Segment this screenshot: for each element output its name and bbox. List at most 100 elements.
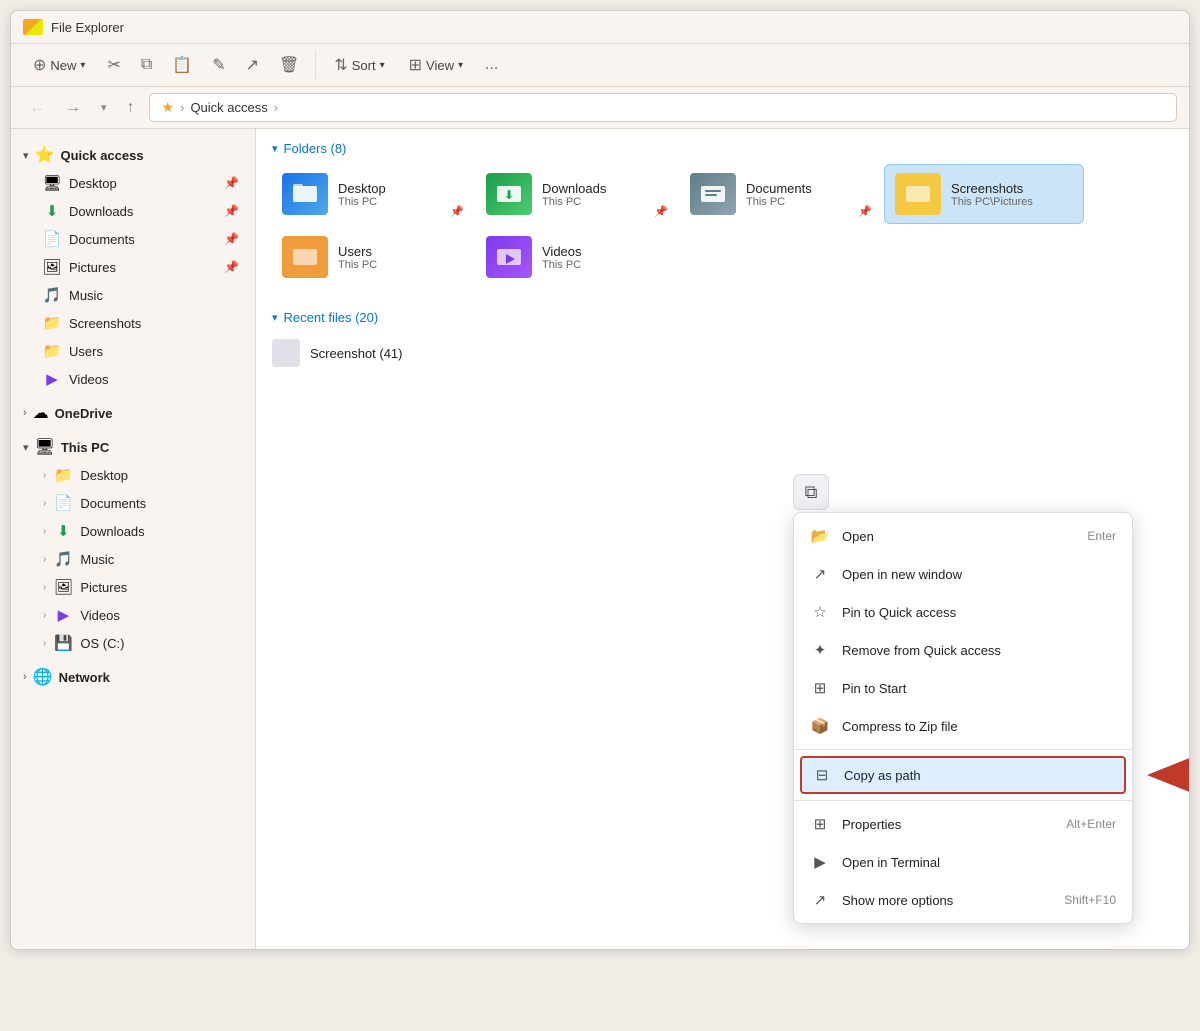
- sidebar-item-pictures[interactable]: 🖼 Pictures 📌: [15, 253, 251, 281]
- folder-item-videos[interactable]: Videos This PC: [476, 228, 676, 286]
- folder-item-documents[interactable]: Documents This PC 📌: [680, 164, 880, 224]
- ctx-pin-start[interactable]: ⊞ Pin to Start: [794, 669, 1132, 707]
- sidebar-item-videos[interactable]: ▶ Videos: [15, 365, 251, 393]
- videos-folder-icon-grid: [486, 236, 532, 278]
- sidebar-item-this-pc-videos[interactable]: › ▶ Videos: [15, 601, 251, 629]
- pin-icon4: 📌: [224, 260, 239, 274]
- forward-button[interactable]: →: [59, 95, 87, 121]
- pin-icon3: 📌: [224, 232, 239, 246]
- window-title: File Explorer: [51, 20, 124, 35]
- share-button[interactable]: ↗: [238, 50, 267, 80]
- sort-button[interactable]: ⇅ Sort ▾: [324, 50, 394, 80]
- compress-zip-icon: 📦: [810, 716, 830, 736]
- downloads-expand-icon: ›: [43, 526, 46, 537]
- folder-item-downloads[interactable]: ⬇ Downloads This PC 📌: [476, 164, 676, 224]
- sidebar-item-music[interactable]: 🎵 Music: [15, 281, 251, 309]
- more-button[interactable]: ...: [477, 51, 506, 79]
- network-icon: 🌐: [33, 667, 53, 687]
- rename-button[interactable]: ✎: [204, 50, 233, 80]
- recent-locations-button[interactable]: ▾: [95, 97, 113, 118]
- downloads-folder-icon-grid: ⬇: [486, 173, 532, 215]
- users-folder-icon-grid: [282, 236, 328, 278]
- sidebar-quick-access-header[interactable]: ▾ ⭐ Quick access: [11, 137, 255, 169]
- ctx-copy-as-path[interactable]: ⊟ Copy as path: [800, 756, 1126, 794]
- address-separator: ›: [180, 100, 184, 115]
- file-explorer-window: File Explorer ⊕ New ▾ ✂ ⧉ 📋 ✎ ↗ 🗑 ⇅ Sort…: [10, 10, 1190, 950]
- sidebar-item-downloads[interactable]: ⬇ Downloads 📌: [15, 197, 251, 225]
- paste-button[interactable]: 📋: [164, 50, 200, 80]
- sidebar-item-this-pc-music[interactable]: › 🎵 Music: [15, 545, 251, 573]
- ctx-remove-quick-access[interactable]: ✦ Remove from Quick access: [794, 631, 1132, 669]
- cut-button[interactable]: ✂: [99, 50, 128, 80]
- users-folder-icon: 📁: [43, 342, 61, 360]
- folder-item-desktop[interactable]: Desktop This PC 📌: [272, 164, 472, 224]
- folder-item-screenshots[interactable]: Screenshots This PC\Pictures: [884, 164, 1084, 224]
- downloads-folder-info: Downloads This PC: [542, 181, 666, 208]
- sidebar-onedrive-header[interactable]: › ☁ OneDrive: [11, 395, 255, 427]
- downloads-pin-icon: 📌: [654, 205, 668, 218]
- open-folder-icon: 📂: [810, 526, 830, 546]
- folder-item-users[interactable]: Users This PC: [272, 228, 472, 286]
- pictures-folder-icon: 🖼: [43, 258, 61, 276]
- music-expand-icon: ›: [43, 554, 46, 565]
- folders-chevron-icon: ▾: [272, 142, 278, 155]
- ctx-open-terminal[interactable]: ▶ Open in Terminal: [794, 843, 1132, 881]
- sidebar-item-this-pc-downloads[interactable]: › ⬇ Downloads: [15, 517, 251, 545]
- downloads-folder-icon: ⬇: [43, 202, 61, 220]
- copy-button[interactable]: ⧉: [133, 51, 160, 79]
- music-icon-thispc: 🎵: [54, 550, 72, 568]
- sidebar-item-this-pc-pictures[interactable]: › 🖼 Pictures: [15, 573, 251, 601]
- context-menu-copy-clip-icon: ⧉: [793, 474, 829, 510]
- documents-expand-icon: ›: [43, 498, 46, 509]
- new-button[interactable]: ⊕ New ▾: [23, 50, 95, 80]
- back-button[interactable]: ←: [23, 95, 51, 121]
- ctx-compress-zip[interactable]: 📦 Compress to Zip file: [794, 707, 1132, 745]
- sidebar-item-this-pc-desktop[interactable]: › 📁 Desktop: [15, 461, 251, 489]
- documents-icon-thispc: 📄: [54, 494, 72, 512]
- file-item-screenshot41[interactable]: Screenshot (41): [256, 333, 1189, 373]
- sidebar-section-onedrive: › ☁ OneDrive: [11, 395, 255, 427]
- ctx-pin-quick-access[interactable]: ☆ Pin to Quick access: [794, 593, 1132, 631]
- osc-expand-icon: ›: [43, 638, 46, 649]
- sidebar-section-this-pc: ▾ 🖥 This PC › 📁 Desktop › 📄 Documents › …: [11, 429, 255, 657]
- view-button[interactable]: ⊞ View ▾: [399, 50, 473, 80]
- properties-icon: ⊞: [810, 814, 830, 834]
- pin-icon2: 📌: [224, 204, 239, 218]
- ctx-properties[interactable]: ⊞ Properties Alt+Enter: [794, 805, 1132, 843]
- main-layout: ▾ ⭐ Quick access 🖥 Desktop 📌 ⬇ Downloads…: [11, 129, 1189, 949]
- ctx-show-more-options[interactable]: ↗ Show more options Shift+F10: [794, 881, 1132, 919]
- videos-folder-icon: ▶: [43, 370, 61, 388]
- remove-quick-access-icon: ✦: [810, 640, 830, 660]
- sort-chevron-icon: ▾: [380, 60, 385, 71]
- context-menu: 📂 Open Enter ↗ Open in new window ☆ Pin …: [793, 512, 1133, 924]
- recent-files-header[interactable]: ▾ Recent files (20): [256, 302, 1189, 333]
- sidebar-item-this-pc-documents[interactable]: › 📄 Documents: [15, 489, 251, 517]
- desktop-folder-info: Desktop This PC: [338, 181, 462, 208]
- folders-section-header[interactable]: ▾ Folders (8): [256, 129, 1189, 164]
- file-name-label: Screenshot (41): [310, 346, 403, 361]
- sidebar-item-screenshots[interactable]: 📁 Screenshots: [15, 309, 251, 337]
- sidebar-section-quick-access: ▾ ⭐ Quick access 🖥 Desktop 📌 ⬇ Downloads…: [11, 137, 255, 393]
- view-chevron-icon: ▾: [458, 60, 463, 71]
- screenshots-folder-info: Screenshots This PC\Pictures: [951, 181, 1073, 208]
- this-pc-chevron-icon: ▾: [23, 441, 29, 454]
- folders-grid: Desktop This PC 📌 ⬇ Downloads This PC 📌: [256, 164, 1189, 302]
- sidebar-item-users[interactable]: 📁 Users: [15, 337, 251, 365]
- ctx-open[interactable]: 📂 Open Enter: [794, 517, 1132, 555]
- documents-folder-info: Documents This PC: [746, 181, 870, 208]
- users-folder-info: Users This PC: [338, 244, 462, 271]
- delete-button[interactable]: 🗑: [271, 50, 307, 80]
- sidebar-network-header[interactable]: › 🌐 Network: [11, 659, 255, 691]
- onedrive-chevron-icon: ›: [23, 407, 27, 419]
- addressbar: ← → ▾ ↑ ★ › Quick access ›: [11, 87, 1189, 129]
- ctx-open-new-window[interactable]: ↗ Open in new window: [794, 555, 1132, 593]
- screenshots-folder-icon: 📁: [43, 314, 61, 332]
- sidebar-item-this-pc-osc[interactable]: › 💾 OS (C:): [15, 629, 251, 657]
- sidebar-item-desktop[interactable]: 🖥 Desktop 📌: [15, 169, 251, 197]
- sidebar-item-documents[interactable]: 📄 Documents 📌: [15, 225, 251, 253]
- address-bar-input[interactable]: ★ › Quick access ›: [149, 93, 1177, 122]
- sidebar-this-pc-header[interactable]: ▾ 🖥 This PC: [11, 429, 255, 461]
- terminal-icon: ▶: [810, 852, 830, 872]
- up-button[interactable]: ↑: [121, 95, 141, 121]
- desktop-expand-icon: ›: [43, 470, 46, 481]
